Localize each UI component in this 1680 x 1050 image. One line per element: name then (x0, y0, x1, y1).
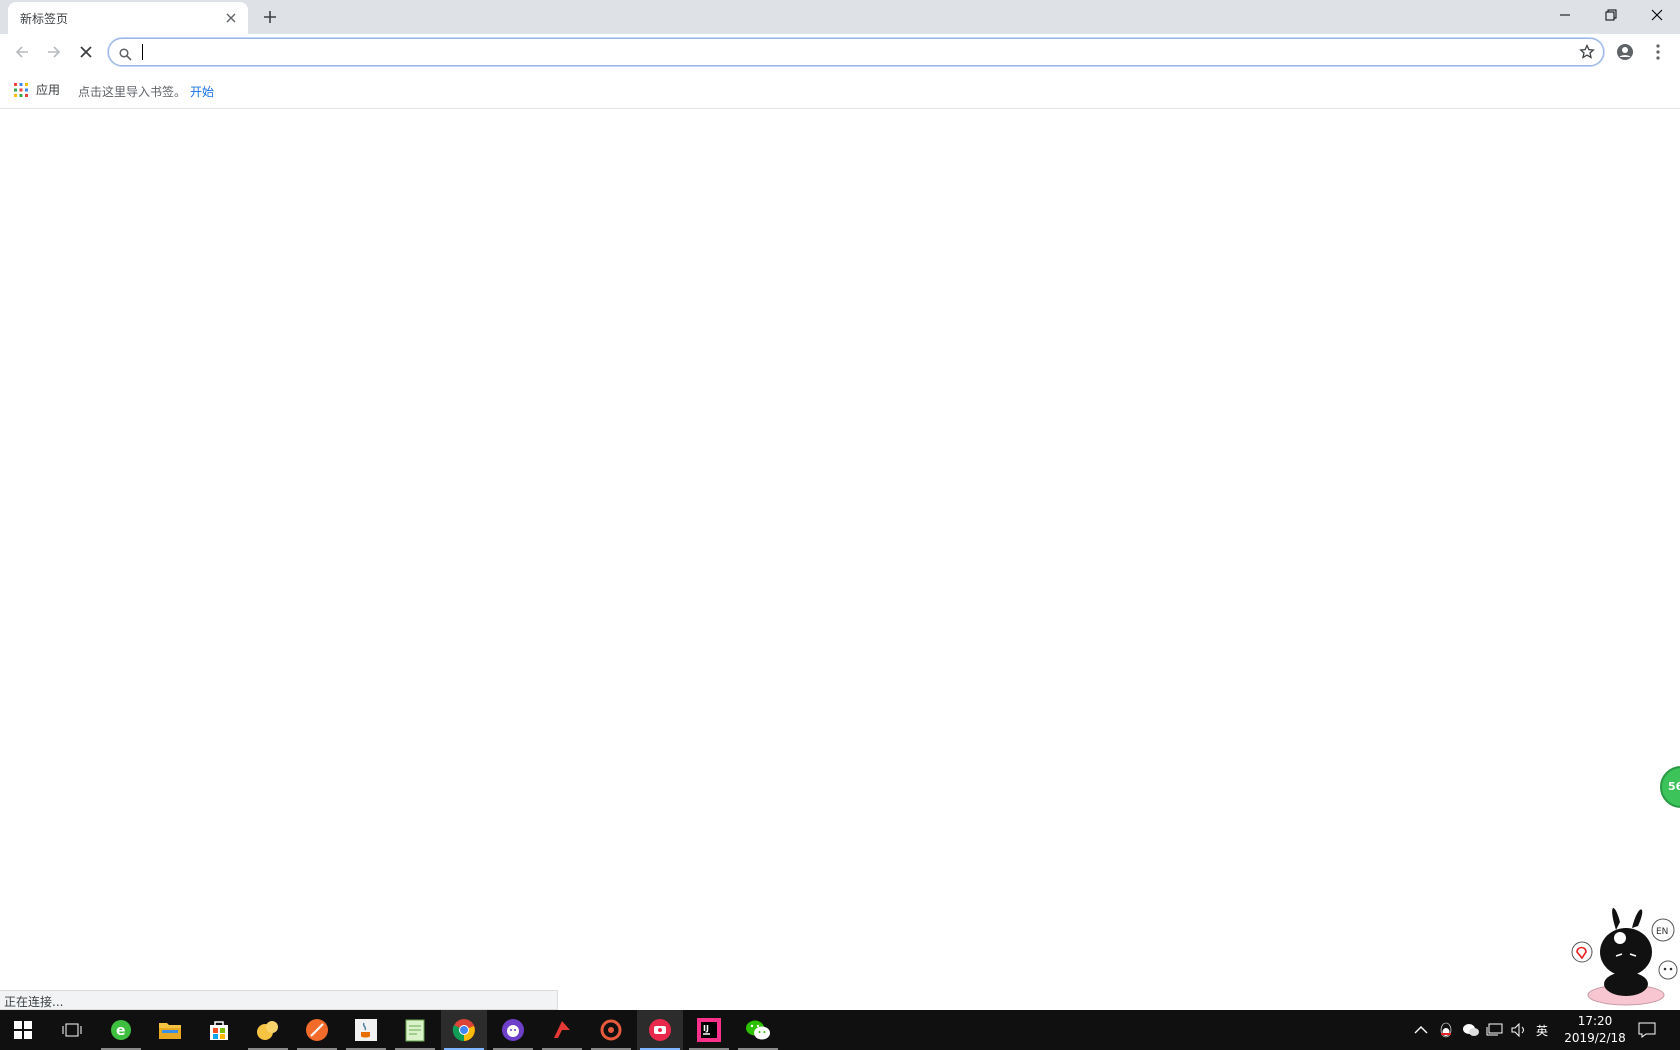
text-caret (142, 44, 143, 60)
rabbit-mascot-icon[interactable]: EN (1568, 900, 1680, 1010)
search-icon (119, 46, 132, 65)
taskbar-github-desktop[interactable] (490, 1010, 536, 1050)
taskbar-app-snail[interactable] (588, 1010, 634, 1050)
network-icon (1486, 1023, 1503, 1036)
github-cat-icon (502, 1019, 524, 1041)
stop-x-icon (80, 46, 92, 58)
browser-toolbar (0, 34, 1680, 70)
taskbar-intellij-idea[interactable]: IJ (686, 1010, 732, 1050)
floating-badge-text: 56 (1668, 780, 1680, 793)
bookmarks-bar: 应用 点击这里导入书签。 开始 (0, 70, 1680, 109)
speaker-icon (1511, 1022, 1524, 1038)
taskbar-notepad[interactable] (392, 1010, 438, 1050)
tray-overflow-button[interactable] (1414, 1010, 1428, 1050)
close-window-button[interactable] (1634, 0, 1680, 30)
windows-logo-icon (14, 1021, 32, 1039)
profile-button[interactable] (1612, 39, 1638, 65)
taskbar-app-red[interactable] (539, 1010, 585, 1050)
tray-ime[interactable]: 英 (1536, 1010, 1548, 1050)
tab-title: 新标签页 (20, 12, 69, 26)
yellow-app-icon (257, 1021, 278, 1040)
store-bag-icon (210, 1021, 228, 1040)
tray-qq[interactable] (1438, 1010, 1454, 1050)
taskbar-clock[interactable]: 17:20 2019/2/18 (1560, 1013, 1630, 1047)
svg-text:e: e (116, 1023, 126, 1039)
start-button[interactable] (0, 1010, 46, 1050)
svg-text:EN: EN (1656, 927, 1668, 937)
taskbar-chrome[interactable] (441, 1010, 487, 1050)
notification-icon (1638, 1022, 1656, 1038)
tray-network[interactable] (1486, 1010, 1504, 1050)
tray-volume[interactable] (1510, 1010, 1528, 1050)
status-bubble: 正在连接... (0, 990, 558, 1010)
red-app-icon (554, 1021, 570, 1038)
tab-new-tab[interactable]: 新标签页 (8, 2, 248, 34)
qq-penguin-icon (1440, 1022, 1452, 1038)
taskbar-app-orange[interactable] (294, 1010, 340, 1050)
snail-app-icon (600, 1019, 622, 1041)
task-view-button[interactable] (49, 1010, 95, 1050)
restore-button[interactable] (1588, 0, 1634, 30)
chevron-up-icon (1414, 1026, 1428, 1034)
forward-arrow-icon (48, 46, 61, 58)
action-center-button[interactable] (1638, 1010, 1656, 1050)
intellij-icon: IJ (697, 1018, 721, 1042)
orange-app-icon (306, 1019, 328, 1041)
ime-mode-text: 英 (1536, 1023, 1549, 1038)
clock-date: 2019/2/18 (1564, 1031, 1626, 1045)
browser-window: 新标签页 应用 点击这里导入书签。 开始 正在连接... 56 EN e IJ … (0, 0, 1680, 1050)
chrome-icon (452, 1019, 475, 1042)
taskbar-app-media[interactable] (637, 1010, 683, 1050)
apps-grid-icon (14, 82, 28, 97)
close-tab-icon[interactable] (222, 9, 240, 27)
back-button[interactable] (9, 39, 35, 65)
apps-shortcut[interactable]: 应用 (14, 81, 60, 98)
taskbar-store[interactable] (196, 1010, 242, 1050)
windows-taskbar: e IJ 英 17:20 2019/2/18 (0, 1010, 1680, 1050)
taskbar-app-yellow[interactable] (245, 1010, 291, 1050)
ie-browser-icon: e (111, 1020, 131, 1040)
bookmark-star-icon[interactable] (1579, 43, 1595, 64)
new-tab-button[interactable] (259, 6, 281, 28)
account-circle-icon (1617, 44, 1633, 60)
task-view-icon (62, 1023, 82, 1037)
page-content (0, 110, 1680, 990)
omnibox[interactable] (108, 38, 1604, 66)
svg-text:IJ: IJ (703, 1024, 709, 1033)
taskbar-java[interactable] (343, 1010, 389, 1050)
omnibox-input[interactable] (139, 42, 1559, 62)
import-bookmarks-text: 点击这里导入书签。 (78, 85, 187, 99)
notepad-icon (405, 1019, 425, 1042)
wechat-icon (746, 1020, 770, 1040)
taskbar-file-explorer[interactable] (147, 1010, 193, 1050)
clock-time: 17:20 (1577, 1014, 1613, 1028)
status-text: 正在连接... (4, 995, 64, 1009)
chrome-menu-button[interactable] (1645, 39, 1671, 65)
taskbar-ie-browser[interactable]: e (98, 1010, 144, 1050)
back-arrow-icon (15, 46, 28, 58)
tray-wechat[interactable] (1462, 1010, 1480, 1050)
more-vert-icon (1656, 44, 1660, 60)
folder-icon (159, 1023, 181, 1039)
java-coffee-icon (355, 1019, 377, 1041)
stop-loading-button[interactable] (73, 39, 99, 65)
tab-strip: 新标签页 (0, 0, 1680, 34)
taskbar-wechat[interactable] (735, 1010, 781, 1050)
media-app-icon (649, 1019, 671, 1041)
apps-label: 应用 (36, 83, 61, 97)
wechat-tray-icon (1463, 1024, 1479, 1036)
import-start-link[interactable]: 开始 (190, 83, 214, 100)
minimize-button[interactable] (1542, 0, 1588, 30)
forward-button[interactable] (41, 39, 67, 65)
